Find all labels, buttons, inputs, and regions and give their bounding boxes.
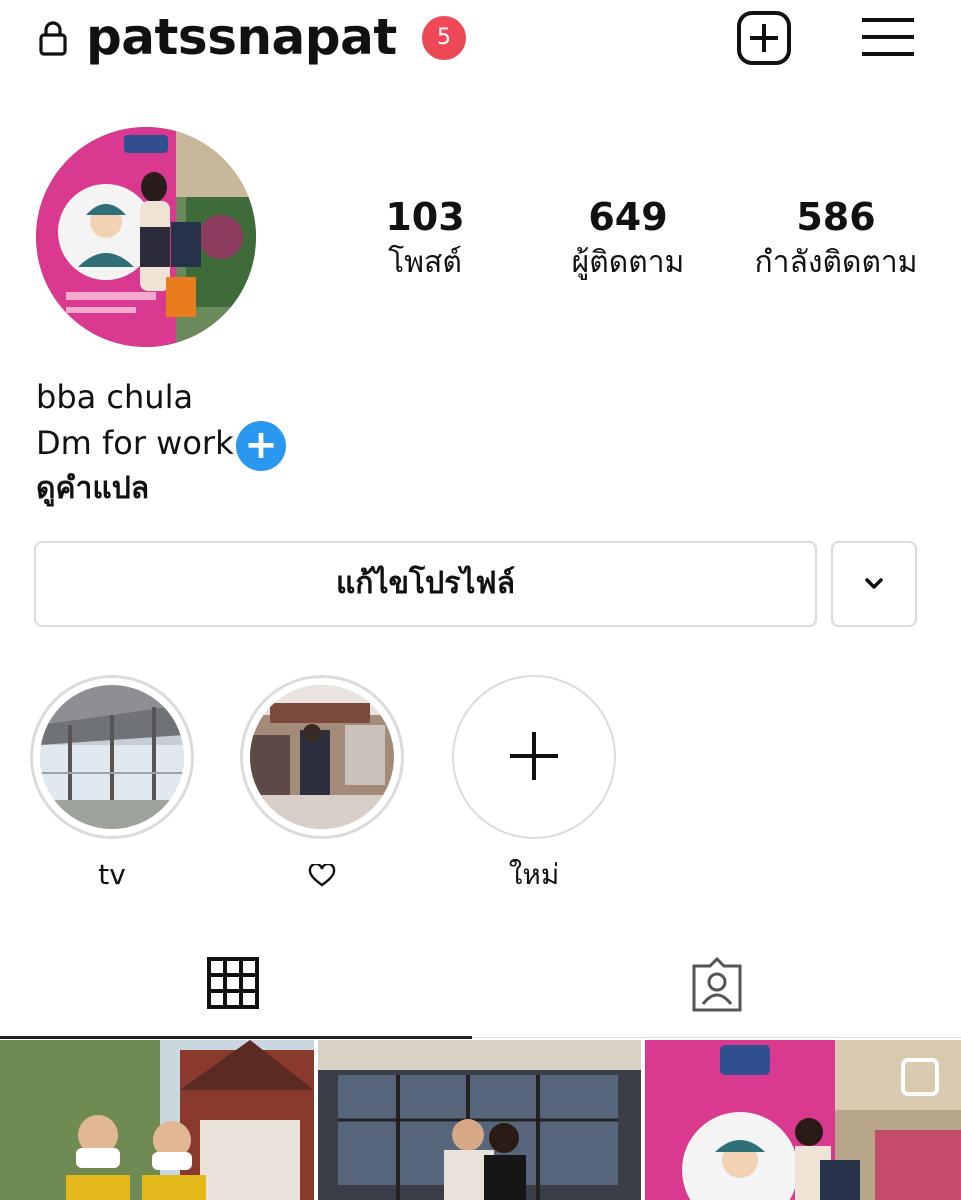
following-label: กำลังติดตาม <box>754 245 918 280</box>
story-highlight[interactable]: tv <box>30 675 194 895</box>
highlight-cover <box>250 685 394 829</box>
lock-icon <box>39 21 67 56</box>
username[interactable]: patssnapat <box>86 2 397 72</box>
posts-label: โพสต์ <box>388 245 462 280</box>
plus-icon <box>510 732 558 780</box>
heart-icon <box>308 862 336 887</box>
chevron-down-icon <box>865 578 883 589</box>
tagged-person-icon[interactable] <box>688 956 746 1014</box>
plus-square-icon[interactable] <box>736 10 792 66</box>
post-thumbnail[interactable] <box>0 1040 314 1200</box>
new-highlight-button[interactable]: ใหม่ <box>452 675 616 895</box>
posts-stat[interactable]: 103 โพสต์ <box>360 193 490 285</box>
highlight-cover <box>40 685 184 829</box>
grid-icon[interactable] <box>206 956 260 1010</box>
tab-divider <box>472 1037 961 1038</box>
plus-icon: + <box>236 421 286 471</box>
notification-badge[interactable]: 5 <box>422 16 466 60</box>
profile-bio: bba chula Dm for work ดูคำแปล <box>36 374 234 512</box>
highlight-label: tv <box>98 858 126 891</box>
highlight-ring <box>30 675 194 839</box>
edit-profile-button[interactable]: แก้ไขโปรไฟล์ <box>34 541 817 627</box>
hamburger-menu-icon[interactable] <box>860 12 916 62</box>
post-thumbnail[interactable] <box>318 1040 641 1200</box>
bio-line-2: Dm for work <box>36 424 234 462</box>
avatar-image <box>36 127 256 347</box>
posts-grid <box>0 1040 961 1200</box>
posts-count: 103 <box>385 195 465 239</box>
followers-count: 649 <box>588 195 668 239</box>
add-story-button[interactable]: + <box>231 416 291 476</box>
story-highlight[interactable] <box>240 675 404 895</box>
following-stat[interactable]: 586 กำลังติดตาม <box>730 193 942 285</box>
highlight-ring <box>240 675 404 839</box>
profile-avatar[interactable]: + <box>36 127 291 476</box>
highlight-label: ใหม่ <box>508 858 560 891</box>
profile-tabs <box>0 940 961 1040</box>
highlight-ring <box>452 675 616 839</box>
followers-stat[interactable]: 649 ผู้ติดตาม <box>548 193 708 285</box>
active-tab-indicator <box>0 1036 472 1039</box>
suggested-accounts-button[interactable] <box>831 541 917 627</box>
highlight-label <box>240 855 404 895</box>
top-bar: patssnapat 5 <box>0 0 961 80</box>
following-count: 586 <box>796 195 876 239</box>
bio-line-1: bba chula <box>36 378 194 416</box>
post-thumbnail[interactable] <box>645 1040 961 1200</box>
followers-label: ผู้ติดตาม <box>571 245 685 280</box>
see-translation-link[interactable]: ดูคำแปล <box>36 466 234 512</box>
